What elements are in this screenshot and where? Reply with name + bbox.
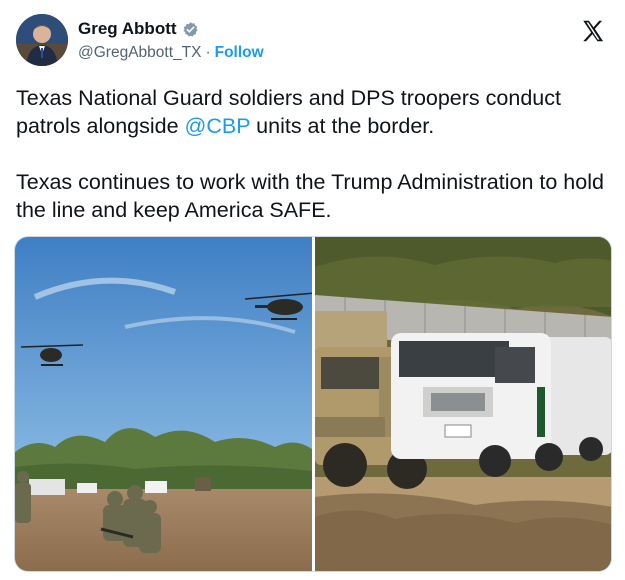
x-logo-icon[interactable] [580, 18, 606, 44]
tweet-paragraph-2: Texas continues to work with the Trump A… [16, 170, 604, 222]
mention-link[interactable]: @CBP [185, 114, 251, 138]
tweet-paragraph-1: Texas National Guard soldiers and DPS tr… [16, 84, 612, 140]
handle[interactable]: @GregAbbott_TX [78, 44, 201, 62]
separator: · [205, 44, 211, 61]
avatar[interactable] [16, 14, 68, 66]
tweet-header: Greg Abbott @GregAbbott_TX · Follow [16, 14, 616, 66]
follow-button[interactable]: Follow [215, 44, 264, 62]
display-name[interactable]: Greg Abbott [78, 19, 177, 39]
tweet-text: Texas National Guard soldiers and DPS tr… [16, 84, 612, 252]
photo-helicopters-soldiers[interactable] [15, 237, 312, 571]
text-segment: units at the border. [250, 114, 435, 138]
photo-vehicles-border[interactable] [315, 237, 611, 571]
tweet-card: Greg Abbott @GregAbbott_TX · Follow Texa… [0, 0, 625, 580]
media-grid [14, 236, 612, 572]
verified-badge-icon [182, 21, 199, 38]
